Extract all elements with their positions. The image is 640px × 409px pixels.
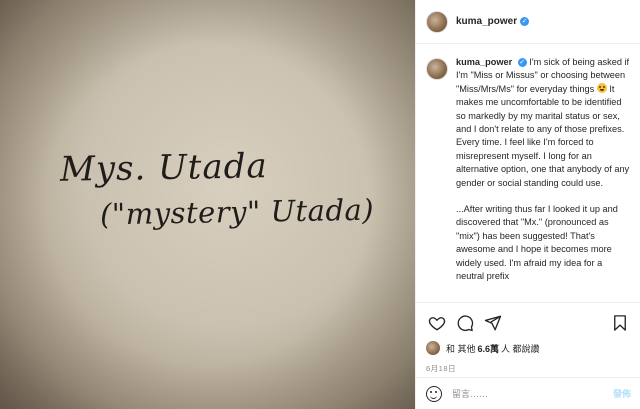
- heart-icon: [428, 317, 446, 331]
- comment-input[interactable]: [452, 388, 613, 399]
- action-icons: [426, 311, 631, 335]
- verified-badge-icon: ✓: [517, 58, 527, 68]
- caption-text-part-b: It makes me uncomfortable to be identifi…: [456, 83, 630, 188]
- caption-paragraph-2: ...After writing thus far I looked it up…: [456, 204, 618, 282]
- like-button[interactable]: [426, 312, 448, 334]
- likes-prefix: 和 其他: [446, 343, 476, 354]
- caption-avatar[interactable]: [426, 58, 448, 80]
- grimace-emoji-icon: [596, 82, 607, 93]
- comment-icon: [457, 315, 474, 332]
- handwriting-line-1: Mys. Utada: [59, 146, 269, 190]
- post-date[interactable]: 6月18日: [426, 363, 631, 374]
- save-button[interactable]: [609, 312, 631, 334]
- bookmark-icon: [614, 315, 626, 331]
- emoji-picker-icon[interactable]: [426, 385, 442, 402]
- caption-text: kuma_power ✓ I'm sick of being asked if …: [456, 56, 631, 302]
- share-button[interactable]: [482, 312, 504, 334]
- comment-bar: 發佈: [416, 377, 640, 409]
- caption-username[interactable]: kuma_power: [456, 57, 512, 67]
- paper-plane-icon: [484, 315, 502, 331]
- liker-avatar: [426, 341, 440, 355]
- post-side-panel: kuma_power ✓ kuma_power ✓ I'm sick of be…: [415, 0, 640, 409]
- post-photo[interactable]: Mys. Utada ("mystery" Utada): [0, 0, 415, 409]
- likes-suffix: 人 都說讚: [501, 343, 540, 354]
- likes-summary[interactable]: 和 其他 6.6萬 人 都說讚: [426, 341, 631, 355]
- comment-button[interactable]: [454, 312, 476, 334]
- likes-count[interactable]: 6.6萬: [478, 342, 500, 355]
- verified-badge-icon: ✓: [520, 17, 530, 26]
- post-header: kuma_power ✓: [416, 0, 640, 44]
- header-username[interactable]: kuma_power: [456, 16, 517, 27]
- handwriting-line-2: ("mystery" Utada): [99, 192, 375, 232]
- post-comment-button[interactable]: 發佈: [613, 387, 631, 400]
- caption-area: kuma_power ✓ I'm sick of being asked if …: [416, 56, 640, 302]
- actions-bar: 和 其他 6.6萬 人 都說讚 6月18日: [416, 302, 640, 374]
- avatar[interactable]: [426, 10, 448, 33]
- instagram-post: Mys. Utada ("mystery" Utada) kuma_power …: [0, 0, 640, 409]
- caption-paragraph-1: kuma_power ✓ I'm sick of being asked if …: [456, 56, 631, 190]
